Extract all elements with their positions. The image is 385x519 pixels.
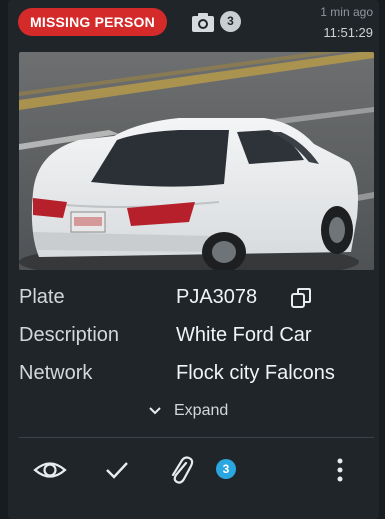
description-label: Description [19, 324, 120, 346]
copy-icon[interactable] [290, 287, 312, 309]
network-label: Network [19, 362, 93, 384]
image-count-badge: 3 [220, 11, 241, 32]
network-value: Flock city Falcons [176, 362, 335, 384]
camera-icon[interactable] [191, 11, 215, 33]
expand-toggle[interactable]: Expand [148, 399, 228, 423]
more-vertical-icon[interactable] [328, 455, 352, 485]
relative-time: 1 min ago [320, 5, 373, 19]
missing-person-badge: MISSING PERSON [18, 8, 167, 36]
detail-row-description: Description White Ford Car [19, 320, 374, 350]
vehicle-photo-image [19, 52, 374, 270]
plate-label: Plate [19, 286, 65, 308]
timestamp: 11:51:29 [323, 25, 373, 40]
alert-card: MISSING PERSON 3 1 min ago 11:51:29 Plat… [8, 0, 379, 519]
paperclip-icon[interactable] [168, 455, 194, 485]
check-icon[interactable] [104, 455, 130, 485]
description-value: White Ford Car [176, 324, 312, 346]
eye-icon[interactable] [33, 455, 67, 485]
detail-row-plate: Plate PJA3078 [19, 282, 374, 312]
attachment-count-badge: 3 [216, 459, 236, 479]
vehicle-photo[interactable] [19, 52, 374, 270]
divider [19, 437, 374, 438]
plate-value[interactable]: PJA3078 [176, 282, 257, 312]
chevron-down-icon [149, 407, 161, 415]
detail-row-network: Network Flock city Falcons [19, 358, 374, 388]
expand-label: Expand [174, 402, 229, 419]
